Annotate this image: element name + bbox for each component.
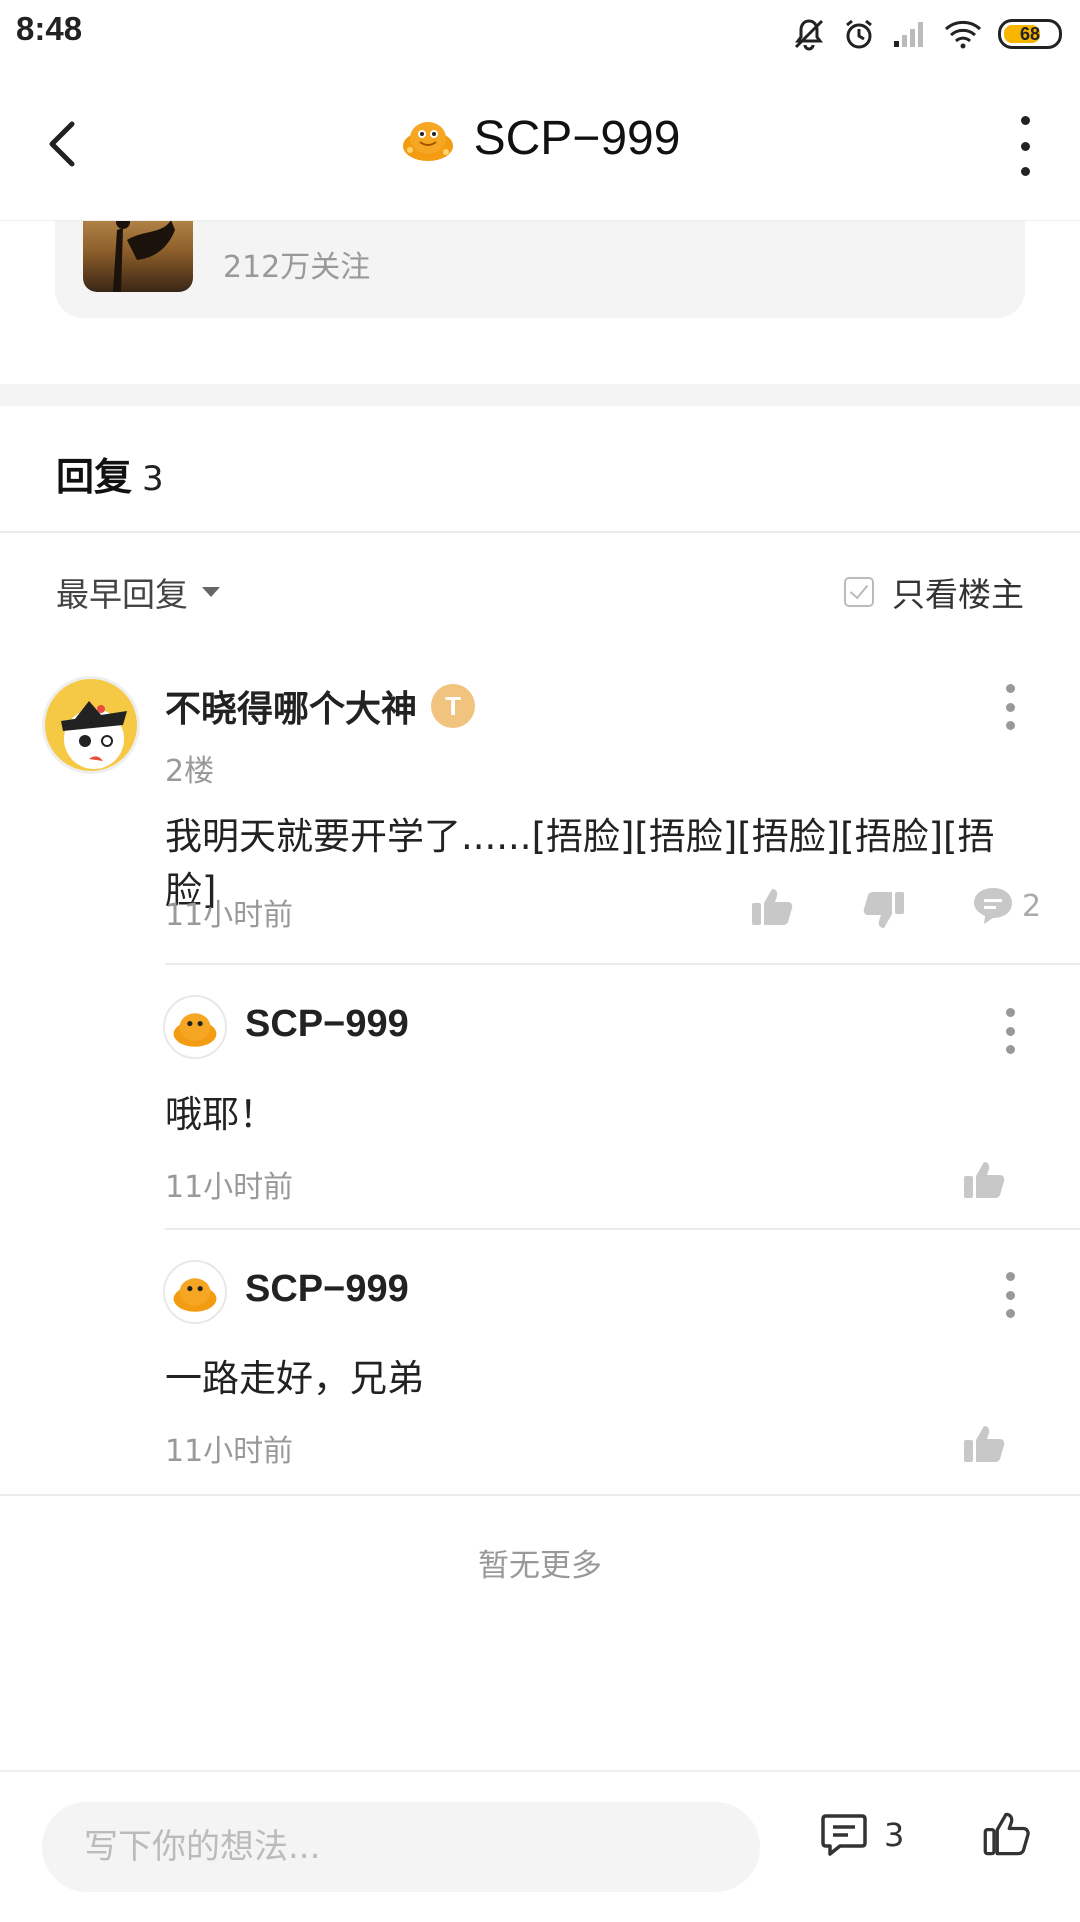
divider bbox=[0, 531, 1080, 533]
reply-count-button[interactable]: 2 bbox=[972, 886, 1041, 926]
comment-floor: 2楼 bbox=[165, 754, 215, 789]
comment-author-name[interactable]: 不晓得哪个大神 bbox=[165, 680, 417, 732]
divider bbox=[0, 1494, 1080, 1496]
comment-icon bbox=[974, 888, 1012, 924]
thumb-down-icon bbox=[863, 892, 904, 928]
page-title: SCP−999 bbox=[473, 111, 681, 165]
game-followers: 212万关注 bbox=[223, 250, 371, 285]
like-button[interactable] bbox=[962, 1158, 1006, 1202]
mute-icon bbox=[794, 19, 824, 51]
thumb-up-icon bbox=[752, 889, 793, 925]
status-bar: 8:48 68 bbox=[0, 0, 1080, 66]
more-icon bbox=[1005, 1008, 1015, 1017]
level-badge: T bbox=[431, 684, 476, 728]
only-op-label: 只看楼主 bbox=[892, 575, 1024, 614]
more-icon bbox=[1005, 1272, 1015, 1281]
sort-label: 最早回复 bbox=[56, 575, 188, 614]
comment-input[interactable] bbox=[82, 1826, 760, 1868]
comment-input-wrap[interactable] bbox=[42, 1802, 760, 1892]
avatar[interactable] bbox=[163, 995, 227, 1059]
avatar[interactable] bbox=[163, 1260, 227, 1324]
dislike-button[interactable] bbox=[862, 888, 906, 932]
reply-author[interactable]: SCP−999 bbox=[245, 1003, 409, 1046]
thumb-up-icon bbox=[983, 1812, 1030, 1856]
signal-icon bbox=[894, 22, 923, 47]
comment-icon bbox=[821, 1814, 867, 1856]
chevron-down-icon bbox=[202, 587, 220, 597]
only-op-toggle[interactable]: 只看楼主 bbox=[844, 568, 1024, 616]
top-app-bar: SCP−999 bbox=[0, 66, 1080, 221]
reply-time: 11小时前 bbox=[165, 1170, 294, 1205]
replies-heading: 回复 3 bbox=[56, 446, 164, 501]
no-more-text: 暂无更多 bbox=[478, 1548, 602, 1584]
replies-count: 3 bbox=[142, 459, 164, 499]
scp-999-avatar-icon bbox=[402, 122, 453, 161]
thumb-up-icon bbox=[964, 1162, 1005, 1198]
reply-count: 2 bbox=[1022, 888, 1042, 924]
comment-text: 我明天就要开学了......[捂脸][捂脸][捂脸][捂脸][捂脸] bbox=[165, 815, 995, 912]
avatar[interactable] bbox=[42, 676, 140, 774]
scp-999-avatar-icon bbox=[173, 1278, 217, 1312]
battery-level: 68 bbox=[1019, 23, 1041, 44]
comments-count: 3 bbox=[884, 1816, 905, 1854]
wifi-icon bbox=[944, 20, 982, 49]
reply-time: 11小时前 bbox=[165, 1434, 294, 1469]
status-icons: 68 bbox=[792, 12, 1062, 56]
reply-author[interactable]: SCP−999 bbox=[245, 1268, 409, 1311]
reply-text: 哦耶！ bbox=[165, 1093, 276, 1136]
like-button[interactable] bbox=[962, 1422, 1006, 1466]
replies-label: 回复 bbox=[56, 455, 133, 499]
comment-time: 11小时前 bbox=[165, 898, 294, 933]
comment-more-button[interactable] bbox=[1002, 684, 1018, 730]
like-button[interactable] bbox=[750, 885, 794, 929]
reply-text: 一路走好，兄弟 bbox=[165, 1357, 424, 1400]
sort-dropdown[interactable]: 最早回复 bbox=[56, 568, 220, 616]
only-op-checkbox[interactable] bbox=[844, 577, 874, 607]
scp-999-avatar-icon bbox=[173, 1013, 217, 1047]
section-divider bbox=[0, 384, 1080, 406]
reply-more-button[interactable] bbox=[1002, 1272, 1018, 1318]
bottom-input-bar: 3 bbox=[0, 1770, 1080, 1922]
alarm-icon bbox=[846, 19, 872, 49]
comment-author[interactable]: 不晓得哪个大神 T bbox=[165, 680, 476, 732]
title-wrap: SCP−999 bbox=[0, 110, 1080, 166]
more-options-button[interactable] bbox=[1010, 116, 1040, 176]
more-icon bbox=[1020, 116, 1030, 125]
divider bbox=[165, 963, 1080, 965]
reply-more-button[interactable] bbox=[1002, 1008, 1018, 1054]
like-post-button[interactable] bbox=[982, 1810, 1030, 1862]
status-time: 8:48 bbox=[16, 10, 83, 47]
divider bbox=[165, 1228, 1080, 1230]
thumb-up-icon bbox=[964, 1426, 1005, 1462]
battery-icon: 68 bbox=[998, 19, 1062, 49]
more-icon bbox=[1005, 684, 1015, 693]
comments-button[interactable]: 3 bbox=[820, 1812, 904, 1858]
